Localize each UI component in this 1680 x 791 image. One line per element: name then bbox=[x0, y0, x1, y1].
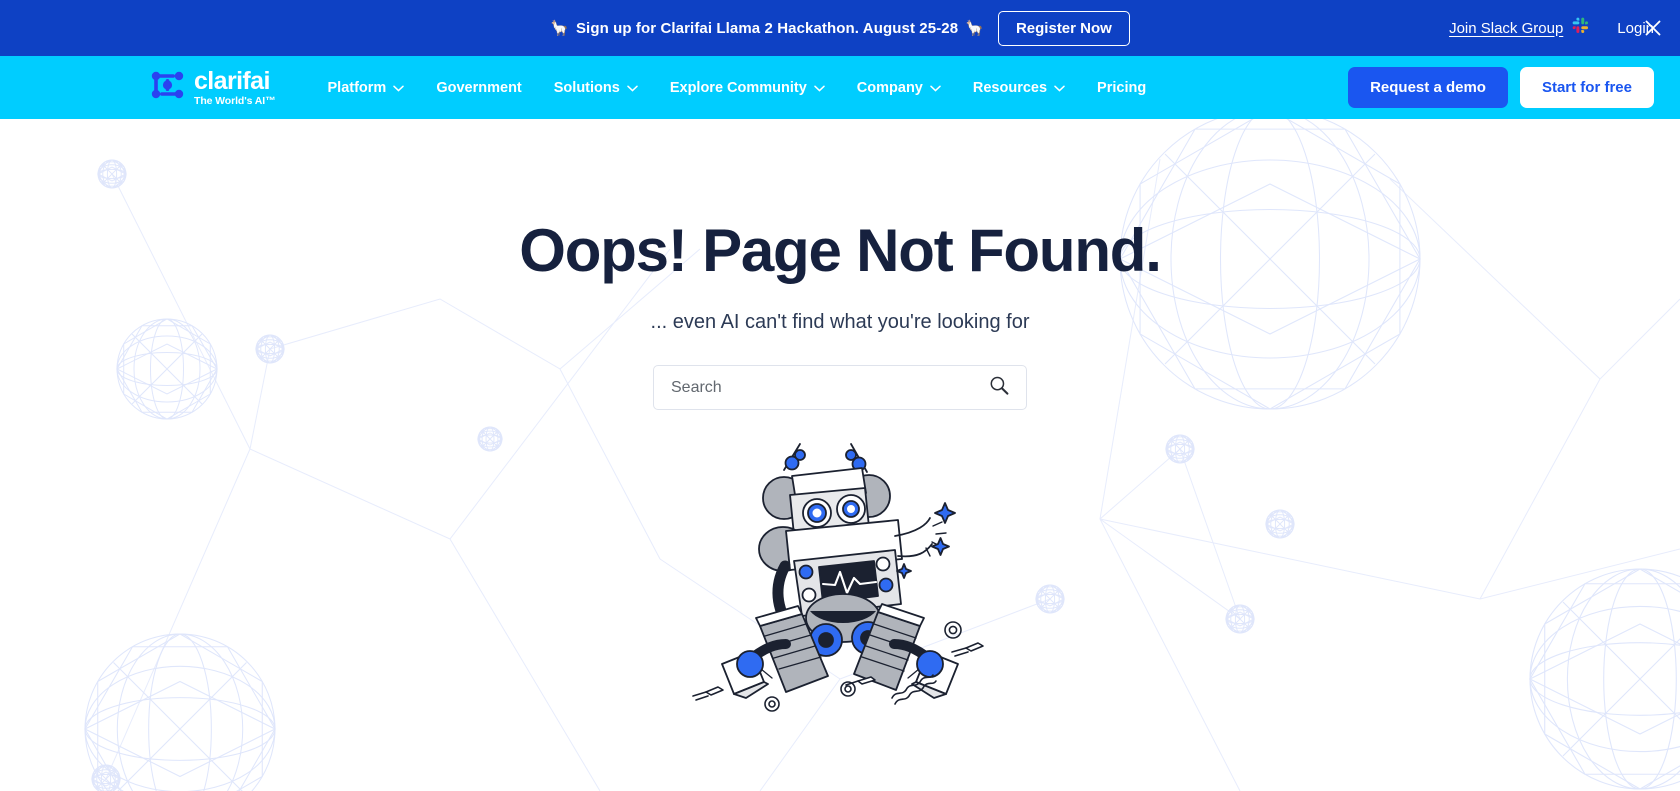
logo-tagline: The World's AI™ bbox=[194, 94, 276, 107]
nav-links: Platform Government Solutions Explore Co… bbox=[312, 80, 1163, 96]
broken-robot-illustration bbox=[680, 436, 1000, 716]
nav-item-explore-community[interactable]: Explore Community bbox=[654, 80, 841, 96]
announcement-center: 🦙 Sign up for Clarifai Llama 2 Hackathon… bbox=[550, 10, 1130, 46]
chevron-down-icon bbox=[814, 80, 825, 96]
chevron-down-icon bbox=[393, 80, 405, 96]
close-icon[interactable] bbox=[1640, 15, 1666, 41]
nav-item-government[interactable]: Government bbox=[420, 80, 537, 96]
chevron-down-icon bbox=[930, 80, 941, 96]
announcement-banner: 🦙 Sign up for Clarifai Llama 2 Hackathon… bbox=[0, 0, 1680, 56]
announcement-message: Sign up for Clarifai Llama 2 Hackathon. … bbox=[575, 19, 959, 37]
register-now-button[interactable]: Register Now bbox=[997, 10, 1130, 46]
nav-item-solutions[interactable]: Solutions bbox=[538, 80, 654, 96]
llama-emoji-right: 🦙 bbox=[965, 19, 984, 37]
nav-label-solutions: Solutions bbox=[553, 79, 620, 96]
hero-404-section: Oops! Page Not Found. ... even AI can't … bbox=[0, 119, 1680, 791]
clarifai-logo[interactable]: clarifai The World's AI™ bbox=[150, 66, 276, 107]
chevron-down-icon bbox=[1054, 80, 1065, 96]
page-subtitle: ... even AI can't find what you're looki… bbox=[650, 311, 1030, 333]
request-demo-button[interactable]: Request a demo bbox=[1348, 67, 1508, 108]
nav-label-government: Government bbox=[436, 79, 522, 96]
search-box[interactable] bbox=[653, 365, 1027, 410]
nav-label-explore-community: Explore Community bbox=[669, 79, 807, 96]
logo-text: clarifai The World's AI™ bbox=[194, 66, 276, 107]
llama-emoji-left: 🦙 bbox=[550, 19, 569, 37]
nav-item-platform[interactable]: Platform bbox=[312, 80, 421, 96]
main-navbar: clarifai The World's AI™ Platform Govern… bbox=[0, 56, 1680, 119]
announcement-text: 🦙 Sign up for Clarifai Llama 2 Hackathon… bbox=[550, 20, 984, 37]
clarifai-nodes-icon bbox=[150, 70, 185, 105]
nav-item-company[interactable]: Company bbox=[841, 80, 957, 96]
nav-item-pricing[interactable]: Pricing bbox=[1081, 80, 1162, 96]
page-title: Oops! Page Not Found. bbox=[519, 217, 1162, 284]
start-for-free-button[interactable]: Start for free bbox=[1519, 67, 1654, 108]
logo-wordmark: clarifai bbox=[194, 66, 270, 95]
nav-label-platform: Platform bbox=[327, 79, 387, 96]
nav-item-resources[interactable]: Resources bbox=[957, 80, 1081, 96]
search-icon bbox=[988, 375, 1010, 400]
nav-label-pricing: Pricing bbox=[1097, 79, 1147, 96]
announcement-right-group: Join Slack Group Login bbox=[1449, 0, 1661, 56]
nav-label-company: Company bbox=[856, 79, 923, 96]
search-input[interactable] bbox=[671, 378, 986, 397]
slack-icon bbox=[1572, 17, 1589, 39]
hero-content: Oops! Page Not Found. ... even AI can't … bbox=[0, 119, 1680, 716]
join-slack-group-link[interactable]: Join Slack Group bbox=[1449, 17, 1589, 39]
nav-label-resources: Resources bbox=[972, 79, 1048, 96]
nav-cta-group: Request a demo Start for free bbox=[1348, 67, 1654, 108]
join-slack-group-label: Join Slack Group bbox=[1449, 19, 1564, 37]
search-button[interactable] bbox=[986, 375, 1012, 400]
chevron-down-icon bbox=[627, 80, 638, 96]
